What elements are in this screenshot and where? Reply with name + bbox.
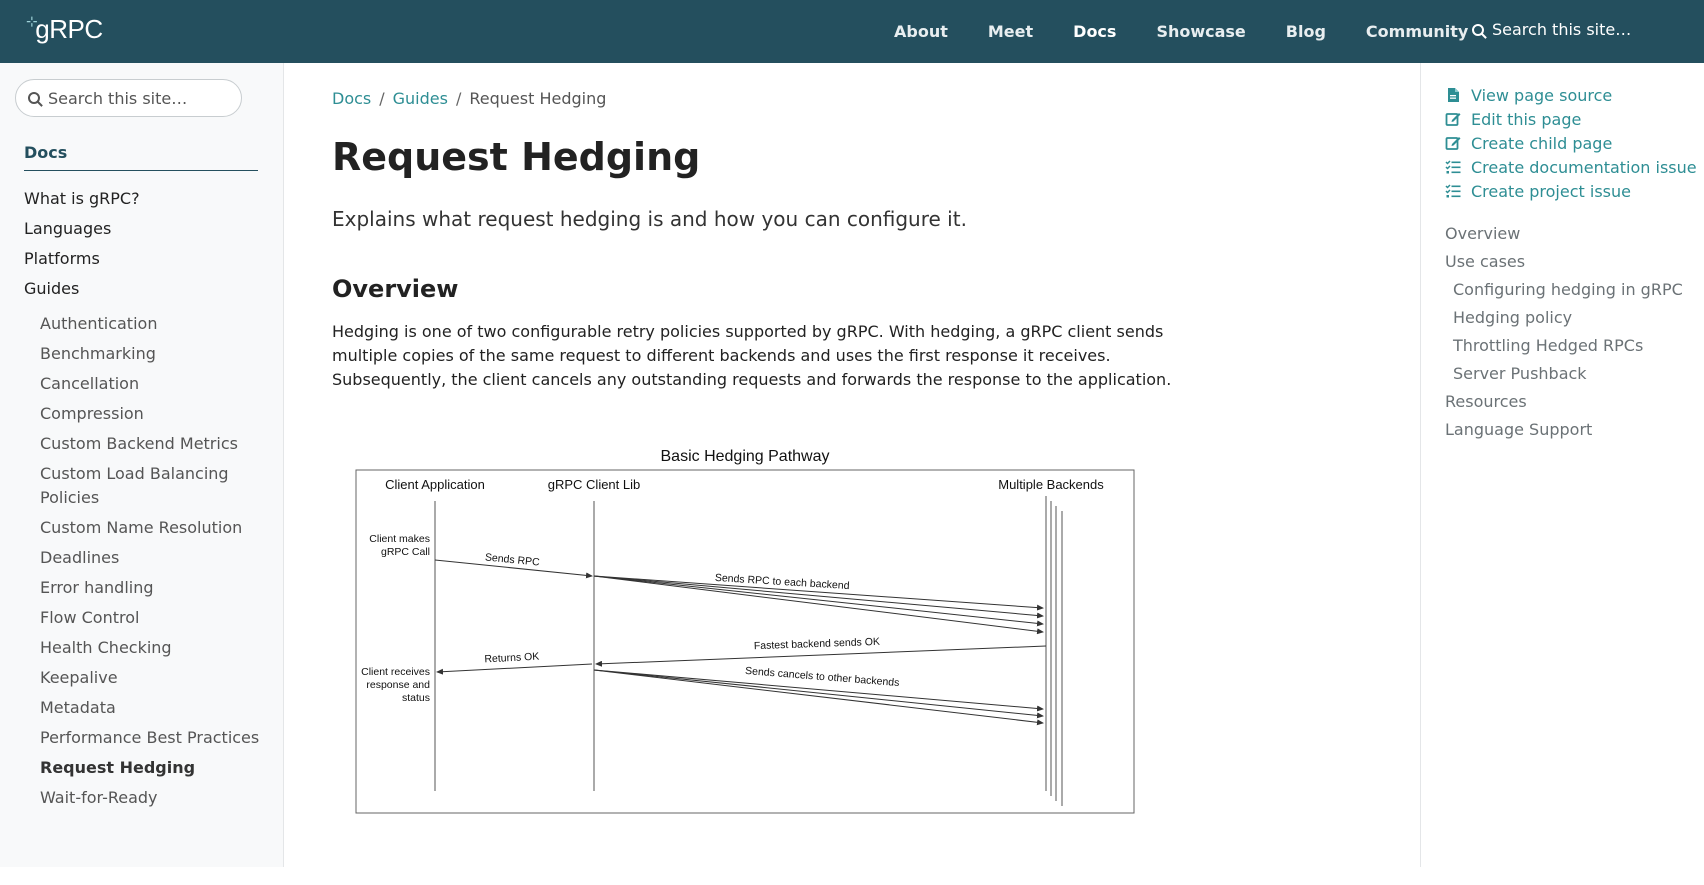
nav-showcase[interactable]: Showcase (1156, 22, 1245, 41)
toc-use-cases[interactable]: Use cases (1445, 251, 1683, 279)
toc-configuring-hedging[interactable]: Configuring hedging in gRPC (1453, 279, 1683, 307)
diagram-title: Basic Hedging Pathway (661, 448, 830, 465)
file-icon (1448, 88, 1459, 102)
breadcrumb-current: Request Hedging (469, 89, 607, 108)
lane-multiple-backends: Multiple Backends (998, 477, 1104, 492)
tasks-icon (1445, 184, 1461, 198)
overview-paragraph: Hedging is one of two configurable retry… (332, 322, 1172, 389)
search-icon (28, 92, 40, 104)
arrow-returns-ok (436, 663, 593, 675)
grpc-logo[interactable]: ⊹ gRPC (26, 13, 103, 45)
sidebar-item-platforms[interactable]: Platforms (24, 250, 264, 280)
toc-overview[interactable]: Overview (1445, 223, 1683, 251)
sidebar-item-benchmarking[interactable]: Benchmarking (40, 342, 264, 366)
lane-client-application: Client Application (385, 477, 485, 492)
table-of-contents: Overview Use cases Configuring hedging i… (1445, 223, 1683, 447)
edit-icon (1445, 137, 1461, 150)
nav-about[interactable]: About (894, 22, 948, 41)
sidebar-item-cancellation[interactable]: Cancellation (40, 372, 264, 396)
sidebar-item-custom-name-resolution[interactable]: Custom Name Resolution (40, 516, 264, 540)
sidebar-item-flow-control[interactable]: Flow Control (40, 606, 264, 630)
label-client-receives-3: status (402, 692, 430, 704)
section-heading-overview: Overview (332, 275, 459, 303)
toc-language-support[interactable]: Language Support (1445, 419, 1683, 447)
logo-text: gRPC (35, 14, 103, 44)
sidebar-item-request-hedging[interactable]: Request Hedging (40, 756, 264, 780)
sidebar-item-guides[interactable]: Guides (24, 280, 264, 310)
sidebar-item-custom-backend-metrics[interactable]: Custom Backend Metrics (40, 432, 264, 456)
docs-sidebar: Search this site… Docs What is gRPC? Lan… (0, 63, 284, 867)
tasks-icon (1445, 160, 1461, 174)
nav-docs[interactable]: Docs (1073, 22, 1116, 41)
sidebar-item-compression[interactable]: Compression (40, 402, 264, 426)
sidebar-item-health-checking[interactable]: Health Checking (40, 636, 264, 660)
sidebar-search-placeholder: Search this site… (48, 88, 188, 108)
sidebar-title-docs[interactable]: Docs (24, 143, 258, 171)
sidebar-nav-list: What is gRPC? Languages Platforms Guides… (24, 190, 264, 816)
sidebar-item-what-is-grpc[interactable]: What is gRPC? (24, 190, 264, 220)
create-project-issue-link[interactable]: Create project issue (1445, 179, 1697, 203)
sidebar-item-performance[interactable]: Performance Best Practices (40, 726, 264, 750)
breadcrumb: Docs / Guides / Request Hedging (332, 89, 606, 108)
label-fastest-ok: Fastest backend sends OK (754, 636, 880, 652)
breadcrumb-separator: / (455, 89, 462, 108)
page-meta-column: View page source Edit this page Create c… (1420, 63, 1704, 867)
view-page-source-link[interactable]: View page source (1445, 83, 1697, 107)
nav-blog[interactable]: Blog (1286, 22, 1326, 41)
label-client-makes-call-2: gRPC Call (381, 546, 430, 558)
sidebar-item-deadlines[interactable]: Deadlines (40, 546, 264, 570)
breadcrumb-guides[interactable]: Guides (393, 89, 448, 108)
create-project-issue-label: Create project issue (1471, 181, 1631, 201)
lane-grpc-client-lib: gRPC Client Lib (548, 477, 641, 492)
view-page-source-label: View page source (1471, 85, 1613, 105)
edit-icon (1445, 113, 1461, 126)
sidebar-item-metadata[interactable]: Metadata (40, 696, 264, 720)
breadcrumb-docs[interactable]: Docs (332, 89, 371, 108)
sidebar-item-languages[interactable]: Languages (24, 220, 264, 250)
sidebar-item-wait-for-ready[interactable]: Wait-for-Ready (40, 786, 264, 810)
toc-resources[interactable]: Resources (1445, 391, 1683, 419)
header-search-placeholder: Search this site… (1492, 20, 1632, 39)
label-client-receives-2: response and (366, 679, 430, 691)
sidebar-item-authentication[interactable]: Authentication (40, 312, 264, 336)
label-client-makes-call-1: Client makes (369, 533, 430, 545)
breadcrumb-separator: / (379, 89, 385, 108)
hedging-diagram-svg: Basic Hedging Pathway Client Application… (355, 448, 1135, 814)
search-icon (1472, 23, 1484, 36)
sidebar-search-input[interactable]: Search this site… (15, 79, 242, 117)
logo-mark-icon: ⊹ (26, 13, 38, 29)
sidebar-item-keepalive[interactable]: Keepalive (40, 666, 264, 690)
nav-meet[interactable]: Meet (988, 22, 1033, 41)
main-nav: About Meet Docs Showcase Blog Community (894, 0, 1508, 63)
create-child-page-label: Create child page (1471, 133, 1613, 153)
label-returns-ok: Returns OK (484, 651, 539, 666)
create-child-page-link[interactable]: Create child page (1445, 131, 1697, 155)
toc-server-pushback[interactable]: Server Pushback (1453, 363, 1683, 391)
sidebar-item-custom-load-balancing[interactable]: Custom Load Balancing Policies (40, 462, 264, 510)
diagram-frame (355, 469, 1135, 814)
label-client-receives-1: Client receives (361, 666, 430, 678)
create-doc-issue-label: Create documentation issue (1471, 157, 1697, 177)
top-navbar: ⊹ gRPC About Meet Docs Showcase Blog Com… (0, 0, 1704, 63)
header-search[interactable]: Search this site… (1472, 20, 1631, 39)
hedging-diagram: Basic Hedging Pathway Client Application… (332, 441, 1172, 881)
edit-page-label: Edit this page (1471, 109, 1582, 129)
create-doc-issue-link[interactable]: Create documentation issue (1445, 155, 1697, 179)
toc-hedging-policy[interactable]: Hedging policy (1453, 307, 1683, 335)
page-actions: View page source Edit this page Create c… (1445, 83, 1697, 203)
nav-community[interactable]: Community (1366, 22, 1468, 41)
toc-throttling[interactable]: Throttling Hedged RPCs (1453, 335, 1683, 363)
page-title: Request Hedging (332, 135, 701, 179)
edit-page-link[interactable]: Edit this page (1445, 107, 1697, 131)
page-lead: Explains what request hedging is and how… (332, 207, 967, 231)
sidebar-item-error-handling[interactable]: Error handling (40, 576, 264, 600)
